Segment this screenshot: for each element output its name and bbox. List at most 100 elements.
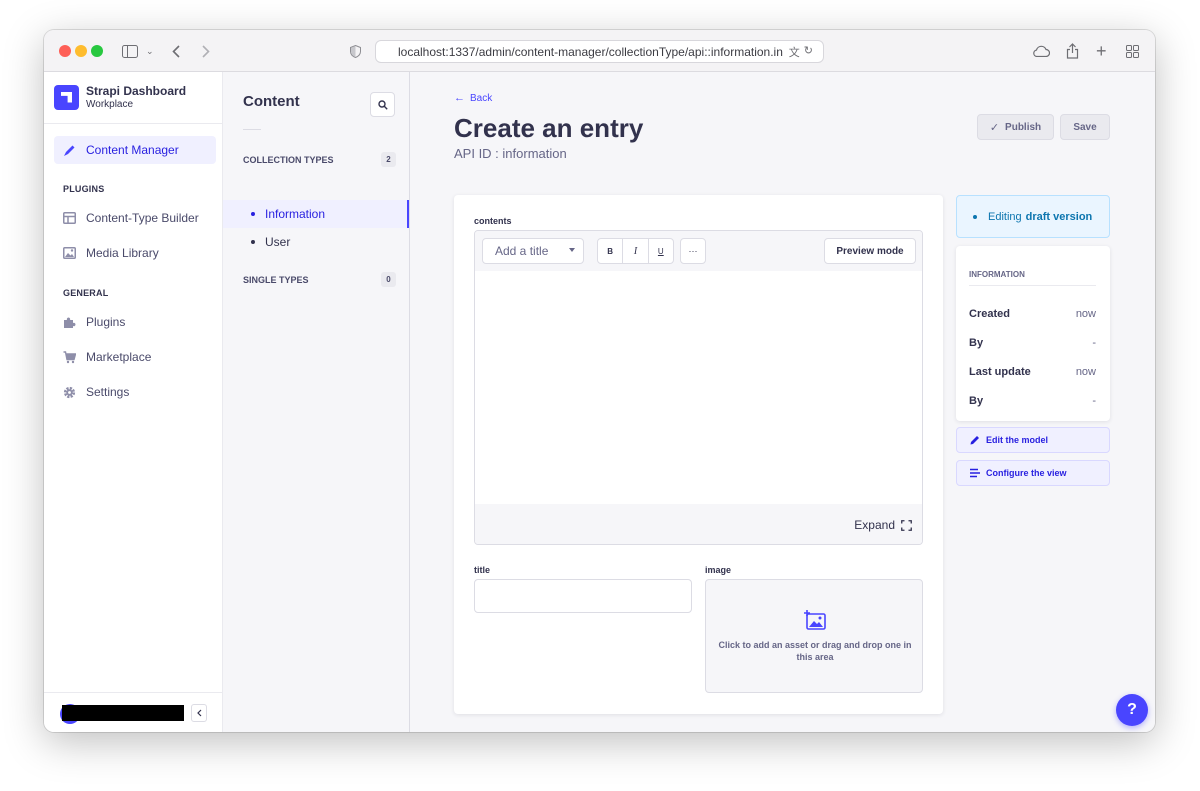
page-title: Create an entry (454, 113, 644, 143)
info-value: now (1075, 308, 1096, 320)
publish-button[interactable]: ✓ Publish (977, 114, 1054, 140)
nav-label: Content-Type Builder (86, 211, 199, 225)
preview-mode-button[interactable]: Preview mode (824, 238, 916, 264)
expand-icon (901, 519, 912, 531)
collection-types-header[interactable]: COLLECTION TYPES 2 (243, 152, 396, 167)
more-format-button[interactable]: ··· (680, 238, 706, 264)
search-button[interactable] (370, 92, 395, 117)
info-value: now (1075, 366, 1096, 378)
subnav-item-user[interactable]: User (223, 228, 409, 256)
draft-prefix: Editing (988, 210, 1022, 223)
pencil-icon (970, 436, 979, 445)
info-row-last-update: Last update now (969, 366, 1096, 378)
chevron-down-icon[interactable]: ⌄ (146, 41, 154, 61)
italic-button[interactable]: I (623, 239, 649, 263)
nav-label: Marketplace (86, 350, 152, 364)
expand-label: Expand (854, 518, 895, 532)
editor-textarea[interactable] (475, 271, 922, 504)
add-image-icon (804, 610, 826, 630)
edit-model-label: Edit the model (986, 435, 1049, 445)
nav-item-content-type-builder[interactable]: Content-Type Builder (54, 204, 216, 232)
title-input[interactable] (474, 579, 692, 613)
nav-item-plugins[interactable]: Plugins (54, 308, 216, 336)
main-content: ← Back Create an entry API ID : informat… (410, 72, 1155, 732)
chevron-left-icon (196, 709, 201, 717)
translate-icon[interactable]: 文 (789, 44, 800, 60)
information-panel: INFORMATION Created now By - Last update… (956, 246, 1110, 421)
content-subnav: Content COLLECTION TYPES 2 Information U… (223, 72, 410, 732)
status-dot (973, 214, 977, 219)
info-row-created: Created now (969, 308, 1096, 320)
draft-version: draft version (1025, 210, 1093, 223)
feather-pen-icon (62, 143, 76, 157)
nav-item-settings[interactable]: Settings (54, 378, 216, 406)
nav-label: Settings (86, 385, 130, 399)
address-bar[interactable]: localhost:1337/admin/content-manager/col… (375, 40, 824, 63)
info-key: By (969, 337, 984, 349)
section-label: COLLECTION TYPES (243, 154, 334, 165)
nav-divider (44, 123, 222, 124)
user-footer (44, 692, 222, 732)
sidebar-toggle-icon[interactable] (122, 41, 138, 61)
search-icon (377, 99, 388, 110)
image-label: image (705, 565, 732, 575)
arrow-left-icon: ← (454, 92, 465, 104)
tab-overview-icon[interactable] (1126, 41, 1139, 61)
configure-view-label: Configure the view (986, 468, 1067, 478)
subnav-title: Content (243, 93, 300, 110)
bold-button[interactable]: B (598, 239, 624, 263)
reload-icon[interactable]: ↻ (804, 44, 813, 60)
puzzle-icon (62, 315, 76, 329)
cart-icon (62, 350, 76, 364)
dropzone-text: Click to add an asset or drag and drop o… (718, 640, 912, 662)
share-icon[interactable] (1066, 41, 1079, 61)
single-types-header[interactable]: SINGLE TYPES 0 (243, 272, 396, 287)
edit-model-button[interactable]: Edit the model (956, 427, 1110, 453)
browser-window: ⌄ localhost:1337/admin/content-manager/c… (44, 30, 1155, 732)
subnav-divider (243, 129, 261, 130)
expand-button[interactable]: Expand (854, 518, 912, 532)
minimize-window-button[interactable] (75, 45, 87, 57)
save-button[interactable]: Save (1060, 114, 1110, 140)
image-icon (62, 246, 76, 260)
url-text: localhost:1337/admin/content-manager/col… (398, 44, 783, 59)
back-label: Back (470, 92, 493, 104)
browser-back-icon[interactable] (172, 41, 180, 61)
publish-label: Publish (1005, 121, 1042, 133)
bullet (251, 212, 255, 216)
image-dropzone[interactable]: Click to add an asset or drag and drop o… (705, 579, 923, 693)
zoom-window-button[interactable] (91, 45, 103, 57)
nav-item-media-library[interactable]: Media Library (54, 239, 216, 267)
subnav-item-label: Information (265, 207, 326, 221)
rich-text-editor: Add a title B I U ··· Preview mode Expan… (474, 230, 923, 545)
check-icon: ✓ (989, 121, 1000, 134)
heading-select[interactable]: Add a title (482, 238, 584, 264)
browser-forward-icon[interactable] (202, 41, 210, 61)
gear-icon (62, 385, 76, 399)
nav-item-content-manager[interactable]: Content Manager (54, 136, 216, 164)
underline-button[interactable]: U (649, 239, 673, 263)
info-key: By (969, 395, 984, 407)
draft-status: Editing draft version (956, 195, 1110, 238)
info-heading: INFORMATION (969, 270, 1025, 279)
icloud-icon[interactable] (1032, 41, 1050, 61)
privacy-shield-icon[interactable] (350, 41, 361, 61)
strapi-logo (54, 84, 79, 110)
brand[interactable]: Strapi Dashboard Workplace (54, 84, 186, 110)
nav-item-marketplace[interactable]: Marketplace (54, 343, 216, 371)
close-window-button[interactable] (59, 45, 71, 57)
redacted-username (62, 705, 184, 721)
new-tab-icon[interactable]: + (1096, 41, 1107, 61)
subnav-item-information[interactable]: Information (223, 200, 409, 228)
info-row-updated-by: By - (969, 395, 1096, 407)
back-link[interactable]: ← Back (454, 92, 492, 104)
nav-label: Media Library (86, 246, 159, 260)
configure-view-button[interactable]: Configure the view (956, 460, 1110, 486)
help-button[interactable]: ? (1116, 694, 1148, 726)
format-buttons: B I U (597, 238, 674, 264)
nav-section-general: GENERAL (63, 288, 109, 298)
brand-subtitle: Workplace (86, 99, 134, 110)
bullet (251, 240, 255, 244)
layout-icon (62, 211, 76, 225)
collapse-nav-button[interactable] (191, 704, 207, 722)
